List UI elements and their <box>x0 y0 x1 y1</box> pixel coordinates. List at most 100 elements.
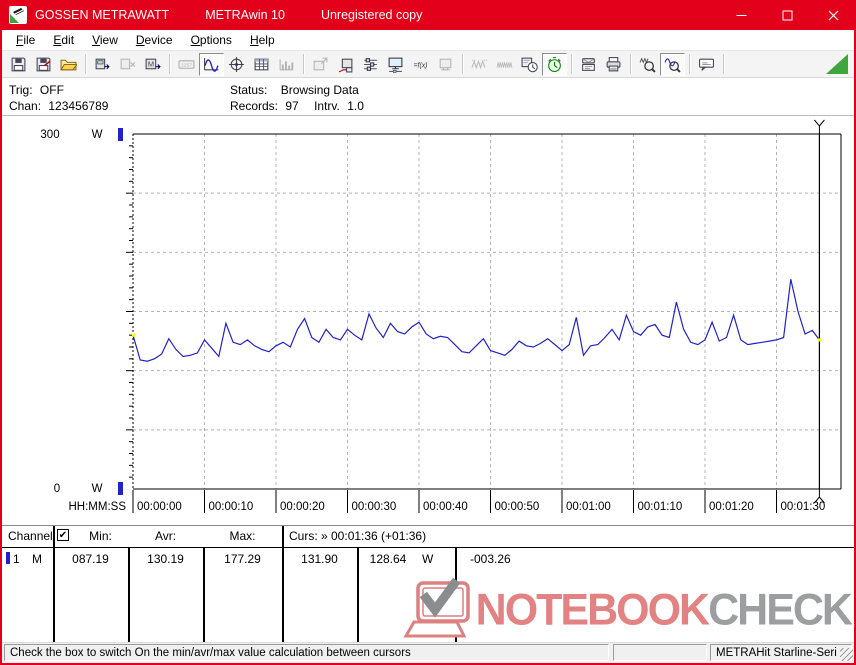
statusbar-empty-panel <box>613 644 707 661</box>
x-tick-label: 00:00:10 <box>209 501 254 513</box>
display-setup-button[interactable] <box>383 53 408 76</box>
col-header-max: Max: <box>203 529 282 543</box>
value-min: 087.19 <box>53 552 128 566</box>
read-memory-button[interactable]: M <box>140 53 165 76</box>
svg-text:1257: 1257 <box>181 62 192 68</box>
toolbar-separator <box>85 54 86 74</box>
time-sync-button[interactable] <box>517 53 542 76</box>
title-program-name: METRAwin 10 <box>205 8 285 22</box>
menu-edit[interactable]: Edit <box>44 31 83 49</box>
view-graph-button[interactable] <box>199 53 224 76</box>
status-bar: Check the box to switch On the min/avr/m… <box>2 642 854 663</box>
x-tick-label: 00:01:10 <box>638 501 683 513</box>
menu-device[interactable]: Device <box>127 31 182 49</box>
zoom-mode-button[interactable] <box>660 53 685 76</box>
device-config-icon <box>337 56 354 73</box>
device-panel-icon <box>437 56 454 73</box>
read-memory-icon: M <box>144 56 161 73</box>
chart-plot-area[interactable]: 00:00:0000:00:1000:00:2000:00:3000:00:40… <box>2 117 854 525</box>
col-header-cursor: Curs: » 00:01:36 (+01:36) <box>289 529 426 543</box>
channel-range-marker-bottom <box>118 482 123 495</box>
value-unit: W <box>422 552 433 566</box>
y-max-label: 300 <box>40 129 59 141</box>
channel-color-marker <box>6 552 10 564</box>
display-setup-icon <box>387 56 404 73</box>
save-selection-icon <box>35 56 52 73</box>
value-max: 177.29 <box>203 552 282 566</box>
toolbar-separator <box>723 54 724 74</box>
close-button[interactable] <box>810 0 856 30</box>
menu-file[interactable]: File <box>7 31 44 49</box>
interval-timer-button[interactable] <box>542 53 567 76</box>
chan-label: Chan: <box>9 99 41 113</box>
save-file-button[interactable] <box>6 53 31 76</box>
table-vline <box>53 526 55 643</box>
formula-button[interactable]: =f(x) <box>408 53 433 76</box>
status-value: Browsing Data <box>281 83 359 97</box>
save-selection-button[interactable] <box>31 53 56 76</box>
channel-setup-button[interactable] <box>358 53 383 76</box>
x-tick-label: 00:01:00 <box>566 501 611 513</box>
sample-rate-low-button <box>467 53 492 76</box>
y-unit-label-bottom: W <box>92 483 103 495</box>
toolbar-separator <box>689 54 690 74</box>
value-cursor1: 131.90 <box>282 552 357 566</box>
title-bar: GOSSEN METRAWATT METRAwin 10 Unregistere… <box>0 0 856 30</box>
open-file-button[interactable] <box>56 53 81 76</box>
cursor-handle-top[interactable] <box>814 120 824 134</box>
print-report-icon <box>580 56 597 73</box>
print-button[interactable] <box>601 53 626 76</box>
device-config-button[interactable] <box>333 53 358 76</box>
view-graph-icon <box>203 56 220 73</box>
power-chart: 00:00:0000:00:1000:00:2000:00:3000:00:40… <box>2 117 854 525</box>
channel-number: 1 <box>13 552 20 566</box>
tooltip-toggle-button[interactable] <box>694 53 719 76</box>
close-icon <box>828 10 839 21</box>
power-trace <box>133 279 819 361</box>
cursor1-trace-marker <box>132 334 135 337</box>
channel-mode: M <box>32 552 42 566</box>
maximize-button[interactable] <box>764 0 810 30</box>
maximize-icon <box>782 10 793 21</box>
toolbar-separator <box>630 54 631 74</box>
x-tick-label: 00:01:30 <box>781 501 826 513</box>
read-device-button[interactable] <box>90 53 115 76</box>
title-license-note: Unregistered copy <box>321 8 422 22</box>
toolbar-separator <box>303 54 304 74</box>
col-header-avr: Avr: <box>128 529 203 543</box>
status-label: Status: <box>230 83 267 97</box>
x-tick-label: 00:00:00 <box>137 501 182 513</box>
view-table-button[interactable] <box>249 53 274 76</box>
status-info-panel: Trig: OFF Chan: 123456789 Status: Browsi… <box>2 79 854 116</box>
value-avr: 130.19 <box>128 552 203 566</box>
channel-range-marker-top <box>118 128 123 141</box>
menu-view[interactable]: View <box>83 31 127 49</box>
app-window: GOSSEN METRAWATT METRAwin 10 Unregistere… <box>0 0 856 665</box>
menu-options[interactable]: Options <box>182 31 241 49</box>
col-header-min: Min: <box>73 529 128 543</box>
trig-value: OFF <box>40 83 64 97</box>
svg-text:M: M <box>148 59 154 68</box>
formula-icon: =f(x) <box>412 56 429 73</box>
x-tick-label: 00:00:40 <box>423 501 468 513</box>
view-numeric-icon: 1257 <box>178 56 195 73</box>
sample-rate-low-icon <box>471 56 488 73</box>
interval-timer-icon <box>546 56 563 73</box>
menu-bar: FileEditViewDeviceOptionsHelp <box>2 30 854 51</box>
channel-setup-icon <box>362 56 379 73</box>
open-file-icon <box>60 56 77 73</box>
print-report-button[interactable] <box>576 53 601 76</box>
resize-grip[interactable] <box>840 648 853 661</box>
cursor2-trace-marker <box>818 338 821 341</box>
zoom-free-button[interactable] <box>635 53 660 76</box>
menu-help[interactable]: Help <box>241 31 284 49</box>
table-vline <box>455 548 457 643</box>
minmax-checkbox[interactable]: ✔ <box>57 529 69 541</box>
export-data-button <box>308 53 333 76</box>
title-app-name: GOSSEN METRAWATT <box>35 8 169 22</box>
minimize-button[interactable] <box>718 0 764 30</box>
toolbar-corner-triangle-icon <box>826 54 848 74</box>
view-cursor-button[interactable] <box>224 53 249 76</box>
view-numeric-button: 1257 <box>174 53 199 76</box>
time-sync-icon <box>521 56 538 73</box>
